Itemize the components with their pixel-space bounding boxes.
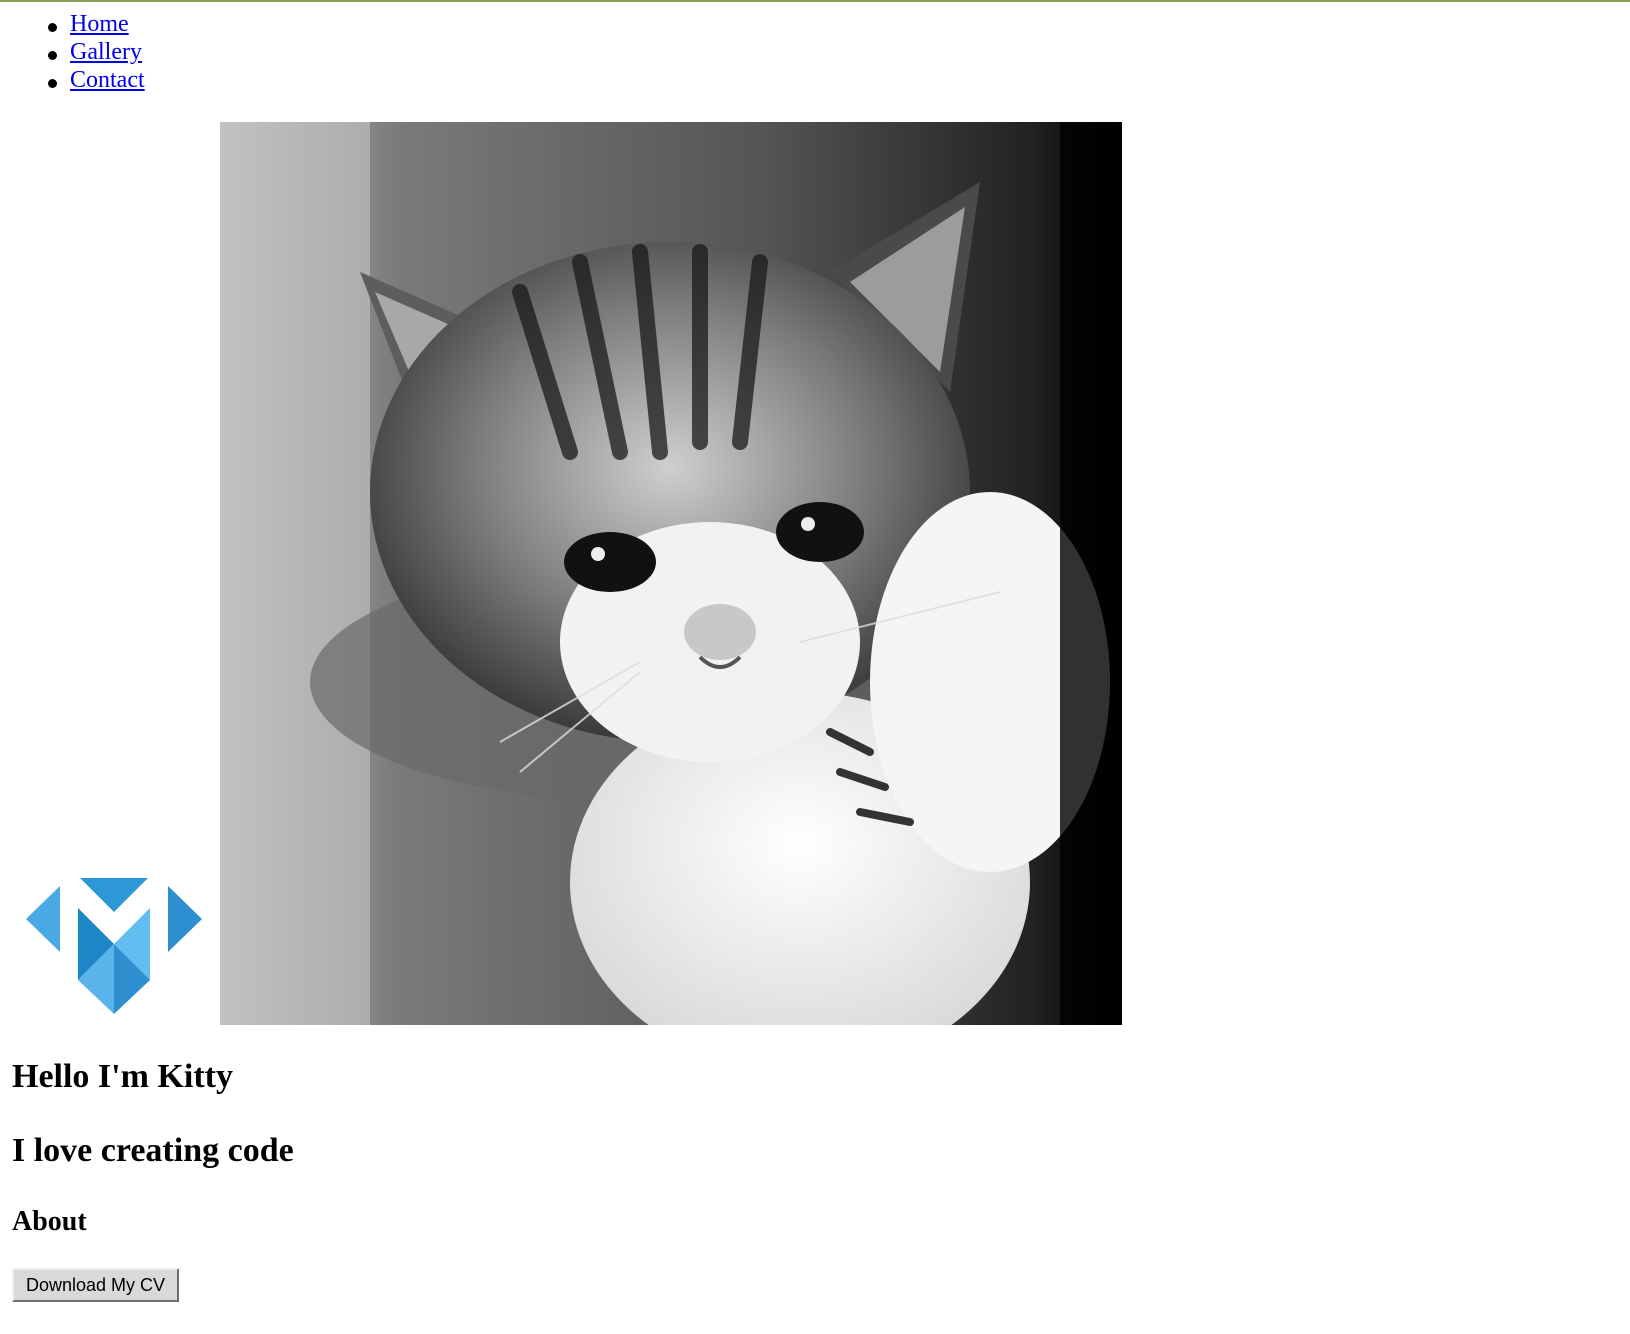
nav-item-contact: Contact [48,66,145,94]
nav-link-gallery[interactable]: Gallery [70,39,142,65]
nav-link-home[interactable]: Home [70,11,129,37]
nav-item-gallery: Gallery [48,38,145,66]
hero-kitten-image [220,122,1122,1025]
nav-link-contact[interactable]: Contact [70,67,145,93]
page-subtitle: I love creating code [12,1132,294,1169]
page-title: Hello I'm Kitty [12,1058,233,1095]
logo-mark-icon [26,878,202,1014]
main-nav: Home Gallery Contact [0,10,145,94]
section-heading-about: About [12,1206,87,1237]
site-logo [24,878,204,1014]
nav-item-home: Home [48,10,145,38]
kitten-photo-icon [220,122,1122,1025]
download-cv-button[interactable]: Download My CV [12,1268,180,1302]
top-border-line [0,0,1630,2]
